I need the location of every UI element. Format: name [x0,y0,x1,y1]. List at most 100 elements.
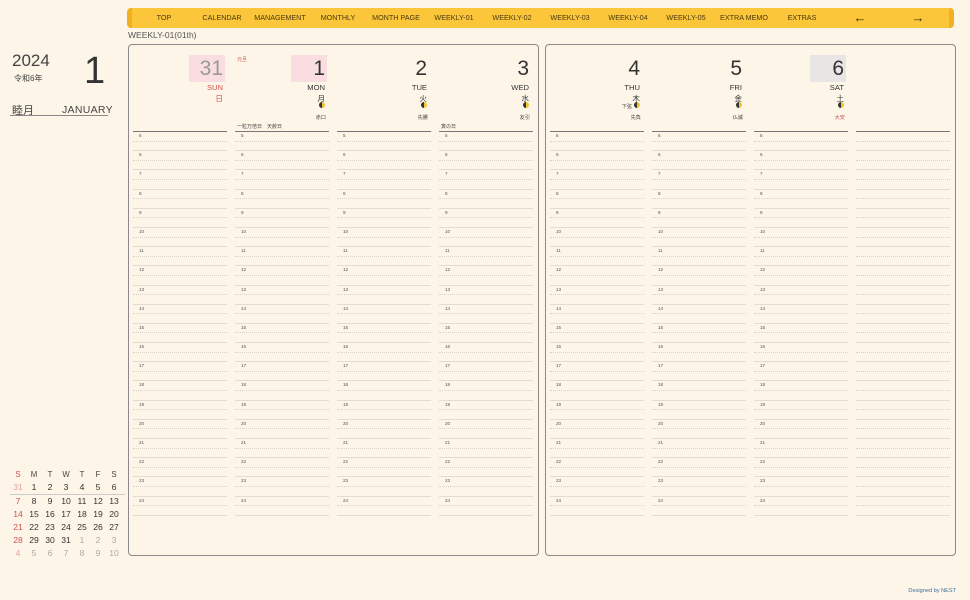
half-hour-row[interactable] [439,218,533,228]
hour-row[interactable]: 11 [133,247,227,257]
hour-row[interactable]: 6 [439,151,533,161]
nav-weekly-01[interactable]: WEEKLY-01 [434,8,473,28]
mini-calendar-day[interactable]: 18 [74,508,90,521]
notes-row[interactable] [856,487,950,497]
mini-calendar-day[interactable]: 3 [58,481,74,494]
nav-weekly-02[interactable]: WEEKLY-02 [492,8,531,28]
half-hour-row[interactable] [652,161,746,171]
hour-grid[interactable]: 5 6 7 8 9 10 11 12 13 14 15 16 17 18 19 20 21 22 23 24 [337,132,431,516]
hour-row[interactable]: 15 [235,324,329,334]
mini-calendar-day[interactable]: 8 [26,495,42,508]
half-hour-row[interactable] [439,276,533,286]
hour-row[interactable]: 24 [235,497,329,507]
hour-row[interactable]: 6 [235,151,329,161]
hour-row[interactable]: 14 [133,305,227,315]
half-hour-row[interactable] [550,468,644,478]
half-hour-row[interactable] [337,161,431,171]
half-hour-row[interactable] [235,468,329,478]
hour-row[interactable]: 16 [754,343,848,353]
hour-row[interactable]: 9 [754,209,848,219]
half-hour-row[interactable] [235,391,329,401]
hour-row[interactable]: 10 [439,228,533,238]
notes-row[interactable] [856,314,950,324]
half-hour-row[interactable] [550,449,644,459]
notes-row[interactable] [856,391,950,401]
half-hour-row[interactable] [550,372,644,382]
hour-row[interactable]: 12 [133,266,227,276]
hour-row[interactable]: 13 [550,286,644,296]
day-column[interactable]: 6 SAT 土大安 5 6 7 8 9 10 11 12 13 14 15 16 17 18 19 20 21 22 23… [754,45,848,555]
hour-row[interactable]: 13 [337,286,431,296]
hour-grid[interactable]: 5 6 7 8 9 10 11 12 13 14 15 16 17 18 19 20 21 22 23 24 [439,132,533,516]
hour-row[interactable]: 19 [337,401,431,411]
half-hour-row[interactable] [550,199,644,209]
half-hour-row[interactable] [133,333,227,344]
hour-row[interactable]: 12 [550,266,644,276]
day-column[interactable]: 2 TUE 火先勝 5 6 7 8 9 10 11 12 13 14 15 16 17 18 19 20 21 22 23… [337,45,431,555]
hour-row[interactable]: 23 [439,477,533,487]
half-hour-row[interactable] [550,295,644,305]
half-hour-row[interactable] [133,238,227,248]
half-hour-row[interactable] [652,429,746,439]
hour-row[interactable]: 18 [652,381,746,392]
half-hour-row[interactable] [235,161,329,171]
mini-calendar-day[interactable]: 11 [74,495,90,508]
notes-row[interactable] [856,142,950,152]
hour-row[interactable]: 20 [439,420,533,430]
hour-row[interactable]: 24 [550,497,644,507]
hour-row[interactable]: 12 [337,266,431,276]
hour-row[interactable]: 18 [133,381,227,392]
mini-calendar-day[interactable]: 26 [90,521,106,534]
hour-row[interactable]: 18 [754,381,848,392]
hour-row[interactable]: 14 [337,305,431,315]
hour-row[interactable]: 7 [133,170,227,180]
mini-calendar-day[interactable]: 16 [42,508,58,521]
notes-row[interactable] [856,180,950,190]
half-hour-row[interactable] [652,199,746,209]
hour-row[interactable]: 17 [337,362,431,372]
mini-calendar-day[interactable]: 1 [26,481,42,494]
hour-row[interactable]: 11 [235,247,329,257]
notes-row[interactable] [856,401,950,411]
half-hour-row[interactable] [133,314,227,324]
hour-row[interactable]: 17 [439,362,533,372]
hour-row[interactable]: 22 [439,458,533,468]
hour-row[interactable]: 5 [337,132,431,142]
hour-row[interactable]: 12 [235,266,329,276]
half-hour-row[interactable] [439,333,533,344]
hour-row[interactable]: 10 [235,228,329,238]
half-hour-row[interactable] [235,257,329,267]
hour-row[interactable]: 9 [133,209,227,219]
mini-calendar-day[interactable]: 25 [74,521,90,534]
hour-row[interactable]: 17 [133,362,227,372]
half-hour-row[interactable] [754,487,848,497]
half-hour-row[interactable] [550,161,644,171]
half-hour-row[interactable] [652,142,746,152]
half-hour-row[interactable] [652,180,746,190]
half-hour-row[interactable] [550,353,644,363]
half-hour-row[interactable] [439,142,533,152]
half-hour-row[interactable] [652,391,746,401]
hour-row[interactable]: 23 [754,477,848,487]
half-hour-row[interactable] [337,353,431,363]
mini-calendar-day[interactable]: 17 [58,508,74,521]
hour-row[interactable]: 5 [235,132,329,142]
notes-row[interactable] [856,372,950,382]
nav-weekly-03[interactable]: WEEKLY-03 [550,8,589,28]
hour-row[interactable]: 21 [652,439,746,449]
half-hour-row[interactable] [439,314,533,324]
half-hour-row[interactable] [652,295,746,305]
mini-calendar-day[interactable]: 2 [90,534,106,547]
notes-row[interactable] [856,199,950,209]
half-hour-row[interactable] [550,180,644,190]
half-hour-row[interactable] [754,180,848,190]
mini-calendar-day[interactable]: 6 [106,481,122,494]
notes-row[interactable] [856,477,950,487]
half-hour-row[interactable] [133,142,227,152]
nav-extras[interactable]: EXTRAS [788,8,817,28]
hour-row[interactable]: 5 [754,132,848,142]
notes-row[interactable] [856,324,950,334]
day-column[interactable]: 4 THU 木下弦 先負 5 6 7 8 9 10 11 12 13 14 15 16 17 18 19 20 21 22… [550,45,644,555]
notes-row[interactable] [856,238,950,248]
notes-row[interactable] [856,381,950,392]
